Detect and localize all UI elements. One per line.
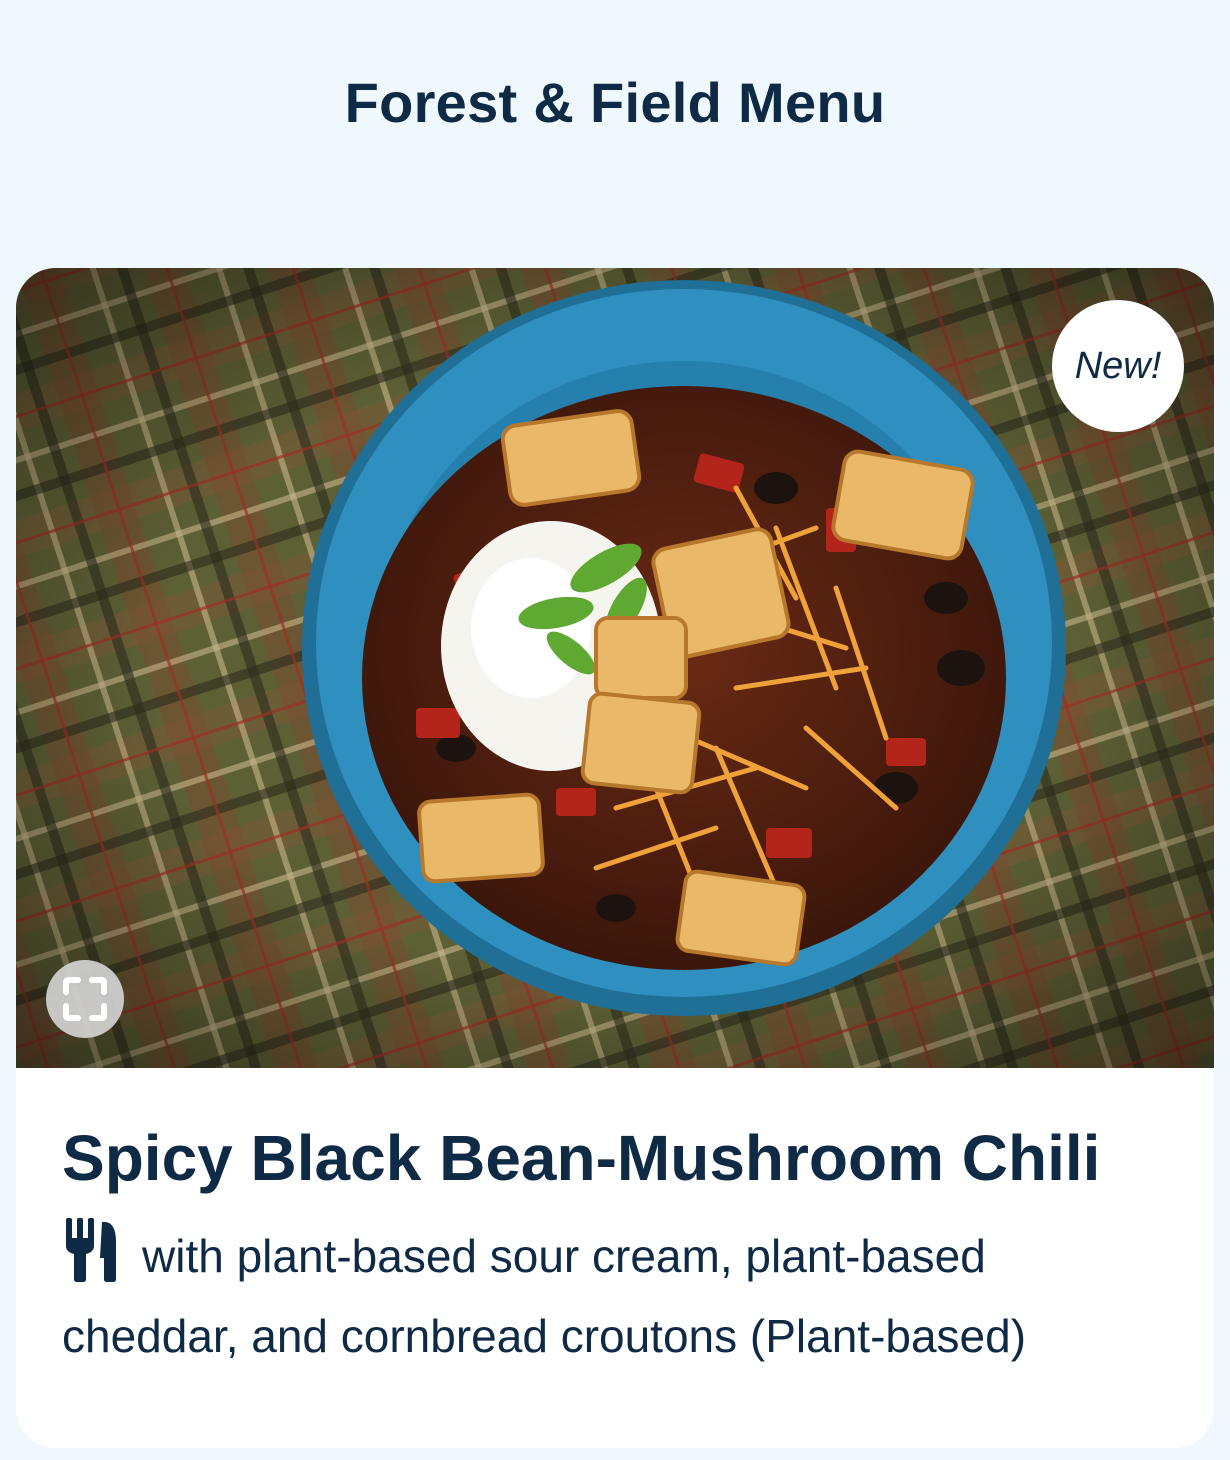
expand-image-button[interactable]	[46, 960, 124, 1038]
utensils-icon	[66, 1218, 116, 1282]
food-photo: New!	[16, 268, 1214, 1068]
menu-item-description-text: with plant-based sour cream, plant-based…	[62, 1230, 1027, 1362]
menu-item-description: with plant-based sour cream, plant-based…	[62, 1216, 1172, 1376]
new-badge: New!	[1052, 300, 1184, 432]
menu-item-card[interactable]: New! Spicy Black Bean-Mushroom Chili wit…	[16, 268, 1214, 1448]
menu-item-title: Spicy Black Bean-Mushroom Chili	[62, 1122, 1101, 1194]
page-title: Forest & Field Menu	[344, 71, 886, 134]
expand-icon	[63, 977, 107, 1021]
new-badge-label: New!	[1074, 344, 1162, 387]
